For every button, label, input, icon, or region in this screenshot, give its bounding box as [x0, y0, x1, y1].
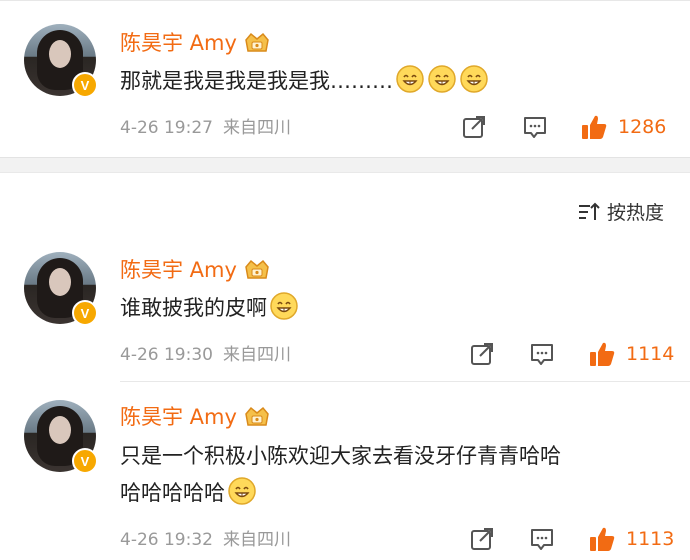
- comment-location: 来自四川: [222, 345, 291, 365]
- comment-divider: [120, 381, 690, 382]
- like-button[interactable]: 1286: [580, 112, 666, 142]
- comment-text: 谁敢披我的皮啊: [120, 290, 299, 327]
- comment-icon: [529, 341, 555, 367]
- reply-button[interactable]: [528, 526, 556, 552]
- share-button[interactable]: [468, 526, 496, 552]
- grin-emoji-icon: [269, 291, 299, 321]
- share-icon: [469, 341, 495, 367]
- crown-badge-icon: [243, 405, 271, 427]
- avatar[interactable]: V: [24, 400, 98, 474]
- comment-meta: 4-26 19:30 来自四川: [120, 344, 291, 366]
- comment-meta: 4-26 19:32 来自四川: [120, 529, 291, 551]
- comment-text-line: 只是一个积极小陈欢迎大家去看没牙仔青青哈哈: [120, 444, 561, 468]
- avatar-face: [49, 40, 71, 68]
- author-name[interactable]: 陈昊宇 Amy: [120, 30, 271, 56]
- author-name[interactable]: 陈昊宇 Amy: [120, 404, 271, 430]
- like-count: 1286: [618, 116, 667, 138]
- thumbs-up-icon: [588, 340, 616, 368]
- comment-text: 只是一个积极小陈欢迎大家去看没牙仔青青哈哈 哈哈哈哈哈: [120, 438, 561, 512]
- share-icon: [461, 114, 487, 140]
- share-icon: [469, 526, 495, 552]
- like-count: 1114: [626, 343, 675, 365]
- author-name-text: 陈昊宇 Amy: [120, 258, 237, 282]
- like-button[interactable]: 1113: [588, 524, 674, 554]
- like-count: 1113: [626, 528, 675, 550]
- comment-location: 来自四川: [222, 118, 291, 138]
- comment-text-body: 谁敢披我的皮啊: [120, 296, 267, 320]
- share-button[interactable]: [460, 114, 488, 140]
- verified-badge-icon: V: [72, 72, 98, 98]
- section-gap: [0, 157, 690, 173]
- avatar-face: [49, 268, 71, 296]
- sort-label: 按热度: [606, 202, 664, 224]
- grin-emoji-icon: [395, 64, 425, 94]
- thumbs-up-icon: [588, 525, 616, 553]
- comment-icon: [529, 526, 555, 552]
- top-divider: [0, 0, 690, 1]
- avatar[interactable]: V: [24, 24, 98, 98]
- crown-badge-icon: [243, 31, 271, 53]
- grin-emoji-icon: [227, 476, 257, 506]
- comment-meta: 4-26 19:27 来自四川: [120, 117, 291, 139]
- avatar[interactable]: V: [24, 252, 98, 326]
- author-name-text: 陈昊宇 Amy: [120, 31, 237, 55]
- reply-button[interactable]: [528, 341, 556, 367]
- avatar-face: [49, 416, 71, 444]
- author-name-text: 陈昊宇 Amy: [120, 405, 237, 429]
- verified-badge-icon: V: [72, 300, 98, 326]
- reply-button[interactable]: [521, 114, 549, 140]
- crown-badge-icon: [243, 258, 271, 280]
- comment-date: 4-26 19:32: [120, 530, 213, 550]
- comment-text-line: 哈哈哈哈哈: [120, 475, 561, 512]
- thumbs-up-icon: [580, 113, 608, 141]
- comment-text-line2: 哈哈哈哈哈: [120, 481, 225, 505]
- comment-date: 4-26 19:30: [120, 345, 213, 365]
- verified-badge-icon: V: [72, 448, 98, 474]
- sort-icon: [577, 202, 601, 222]
- comment-text: 那就是我是我是我是我………: [120, 63, 489, 100]
- sort-by-hot-button[interactable]: 按热度: [577, 198, 664, 225]
- comment-text-body: 那就是我是我是我是我………: [120, 69, 393, 93]
- grin-emoji-icon: [427, 64, 457, 94]
- comment-location: 来自四川: [222, 530, 291, 550]
- author-name[interactable]: 陈昊宇 Amy: [120, 257, 271, 283]
- like-button[interactable]: 1114: [588, 339, 674, 369]
- share-button[interactable]: [468, 341, 496, 367]
- comment-date: 4-26 19:27: [120, 118, 213, 138]
- grin-emoji-icon: [459, 64, 489, 94]
- comment-icon: [522, 114, 548, 140]
